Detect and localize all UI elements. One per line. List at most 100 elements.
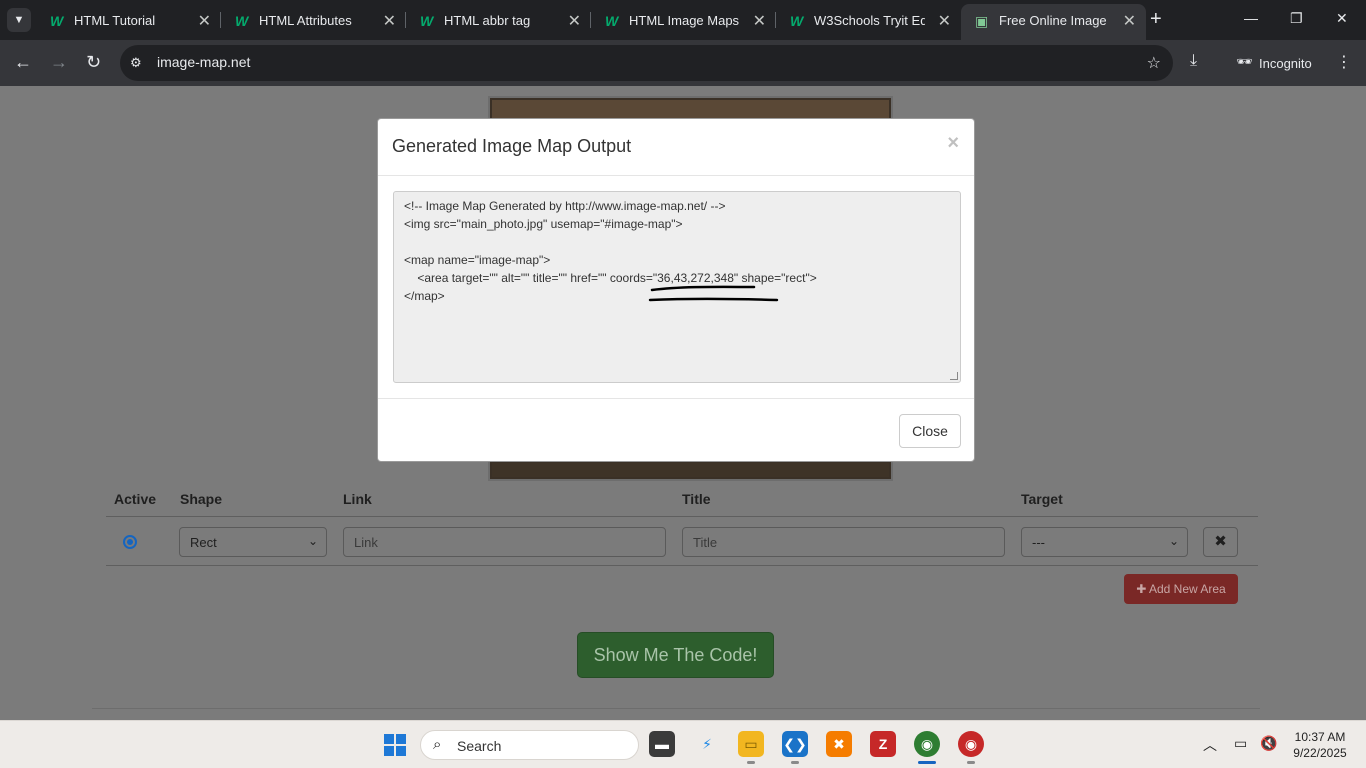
w3schools-icon: W bbox=[235, 13, 249, 29]
clock-time: 10:37 AM bbox=[1294, 730, 1346, 744]
browser-tab-strip: ▼ W HTML Tutorial ✕ W HTML Attributes ✕ … bbox=[0, 0, 1366, 40]
w3schools-icon: W bbox=[605, 13, 619, 29]
show-hidden-icons-icon[interactable]: ︿ bbox=[1203, 735, 1217, 755]
shape-select-value: Rect bbox=[190, 535, 217, 550]
code-line: <map name="image-map"> bbox=[404, 253, 551, 267]
tab-html-tutorial[interactable]: W HTML Tutorial ✕ bbox=[36, 4, 221, 36]
filezilla-icon[interactable]: Z bbox=[870, 731, 896, 757]
chevron-down-icon: ⌄ bbox=[307, 534, 318, 548]
tab-title: HTML Tutorial bbox=[74, 13, 156, 28]
active-indicator bbox=[918, 761, 936, 764]
close-tab-icon[interactable]: ✕ bbox=[383, 11, 396, 31]
forward-icon[interactable]: → bbox=[50, 52, 68, 73]
address-bar[interactable]: ⚙ image-map.net ☆ bbox=[120, 45, 1173, 81]
target-select-value: --- bbox=[1032, 535, 1045, 550]
column-header-target: Target bbox=[1021, 491, 1063, 507]
tab-image-map-generator[interactable]: ▣ Free Online Image Map Generator ✕ bbox=[961, 4, 1146, 40]
incognito-icon: 🕶 bbox=[1236, 54, 1253, 69]
vscode-icon[interactable]: ❮❯ bbox=[782, 731, 808, 757]
restore-icon[interactable]: ❐ bbox=[1290, 10, 1303, 27]
minimize-icon[interactable]: — bbox=[1244, 10, 1258, 26]
site-info-icon[interactable]: ⚙ bbox=[130, 55, 142, 71]
tab-html-image-maps[interactable]: W HTML Image Maps ✕ bbox=[591, 4, 776, 36]
w3schools-icon: W bbox=[420, 13, 434, 29]
close-tab-icon[interactable]: ✕ bbox=[568, 11, 581, 31]
modal-header-divider bbox=[378, 175, 974, 176]
column-header-shape: Shape bbox=[180, 491, 223, 507]
column-header-active: Active bbox=[114, 491, 157, 507]
show-code-button[interactable]: Show Me The Code! bbox=[577, 632, 774, 678]
incognito-label: Incognito bbox=[1259, 56, 1312, 71]
add-new-area-button[interactable]: ✚ Add New Area bbox=[1124, 574, 1238, 604]
close-button[interactable]: Close bbox=[899, 414, 961, 448]
link-input-placeholder: Link bbox=[354, 535, 378, 550]
active-area-radio[interactable] bbox=[123, 535, 137, 549]
power-automate-icon[interactable]: ⚡ bbox=[694, 731, 720, 757]
tab-html-abbr[interactable]: W HTML abbr tag ✕ bbox=[406, 4, 591, 36]
close-tab-icon[interactable]: ✕ bbox=[938, 11, 951, 31]
running-indicator bbox=[791, 761, 799, 764]
new-tab-icon[interactable]: + bbox=[1150, 8, 1162, 31]
code-output-textarea[interactable]: <!-- Image Map Generated by http://www.i… bbox=[393, 191, 961, 383]
incognito-indicator[interactable]: 🕶 Incognito bbox=[1226, 48, 1322, 78]
tab-tryit-editor[interactable]: W W3Schools Tryit Editor ✕ bbox=[776, 4, 961, 36]
running-indicator bbox=[967, 761, 975, 764]
chrome-dev-icon[interactable]: ◉ bbox=[958, 731, 984, 757]
handwritten-underline bbox=[648, 285, 779, 302]
download-icon[interactable]: ⤓ bbox=[1190, 52, 1197, 70]
bookmark-star-icon[interactable]: ☆ bbox=[1147, 53, 1161, 73]
windows-taskbar: ⌕ Search ▬ ⚡ ▭ ❮❯ ✖ Z ◉ ◉ ︿ ▭ 🔇 10:37 AM… bbox=[0, 720, 1366, 768]
table-header-divider bbox=[106, 516, 1258, 517]
tab-title: HTML abbr tag bbox=[444, 13, 531, 28]
browser-toolbar: ← → ↻ ⚙ image-map.net ☆ ⤓ 🕶 Incognito ⋮ bbox=[0, 40, 1366, 86]
close-tab-icon[interactable]: ✕ bbox=[198, 11, 211, 31]
task-view-icon[interactable]: ▬ bbox=[649, 731, 675, 757]
modal-footer-divider bbox=[378, 398, 974, 399]
delete-area-button[interactable]: ✖ bbox=[1203, 527, 1238, 557]
code-line: <!-- Image Map Generated by http://www.i… bbox=[404, 199, 726, 213]
column-header-title: Title bbox=[682, 491, 711, 507]
tab-html-attributes[interactable]: W HTML Attributes ✕ bbox=[221, 4, 406, 36]
table-row-divider bbox=[106, 565, 1258, 566]
target-select[interactable]: --- ⌄ bbox=[1021, 527, 1188, 557]
image-icon: ▣ bbox=[975, 13, 989, 29]
taskbar-search-placeholder: Search bbox=[457, 738, 502, 754]
clock-date: 9/22/2025 bbox=[1293, 746, 1347, 760]
w3schools-icon: W bbox=[790, 13, 804, 29]
tab-title: Free Online Image Map Generator bbox=[999, 13, 1110, 28]
resize-handle-icon[interactable] bbox=[950, 372, 958, 380]
close-window-icon[interactable]: ✕ bbox=[1336, 10, 1348, 27]
back-icon[interactable]: ← bbox=[14, 52, 32, 73]
xampp-icon[interactable]: ✖ bbox=[826, 731, 852, 757]
close-tab-icon[interactable]: ✕ bbox=[753, 11, 766, 31]
running-indicator bbox=[747, 761, 755, 764]
tab-search-icon[interactable]: ▼ bbox=[7, 8, 31, 32]
close-tab-icon[interactable]: ✕ bbox=[1123, 11, 1136, 31]
link-input[interactable]: Link bbox=[343, 527, 666, 557]
title-input[interactable]: Title bbox=[682, 527, 1005, 557]
tab-title: HTML Image Maps bbox=[629, 13, 740, 28]
code-line: <area target="" alt="" title="" href="" … bbox=[404, 271, 817, 285]
taskbar-search-box[interactable]: ⌕ Search bbox=[420, 730, 639, 760]
code-line: <img src="main_photo.jpg" usemap="#image… bbox=[404, 217, 683, 231]
modal-close-icon[interactable]: × bbox=[947, 132, 959, 155]
plus-icon: ✚ bbox=[1136, 582, 1147, 596]
close-icon: ✖ bbox=[1214, 533, 1227, 550]
system-clock[interactable]: 10:37 AM 9/22/2025 bbox=[1290, 729, 1350, 761]
file-explorer-icon[interactable]: ▭ bbox=[738, 731, 764, 757]
title-input-placeholder: Title bbox=[693, 535, 718, 550]
reload-icon[interactable]: ↻ bbox=[86, 52, 101, 73]
browser-menu-icon[interactable]: ⋮ bbox=[1336, 52, 1352, 72]
generated-output-modal: Generated Image Map Output × <!-- Image … bbox=[377, 118, 975, 462]
modal-title: Generated Image Map Output bbox=[392, 136, 632, 156]
chevron-down-icon: ⌄ bbox=[1168, 534, 1179, 548]
tab-title: HTML Attributes bbox=[259, 13, 352, 28]
chrome-icon[interactable]: ◉ bbox=[914, 731, 940, 757]
photo-bottom-edge bbox=[492, 463, 889, 477]
windows-start-icon[interactable] bbox=[384, 734, 406, 756]
network-icon[interactable]: ▭ bbox=[1234, 735, 1247, 752]
shape-select[interactable]: Rect ⌄ bbox=[179, 527, 327, 557]
url-text: image-map.net bbox=[157, 54, 251, 70]
volume-icon[interactable]: 🔇 bbox=[1260, 735, 1277, 752]
tab-title: W3Schools Tryit Editor bbox=[814, 13, 925, 28]
